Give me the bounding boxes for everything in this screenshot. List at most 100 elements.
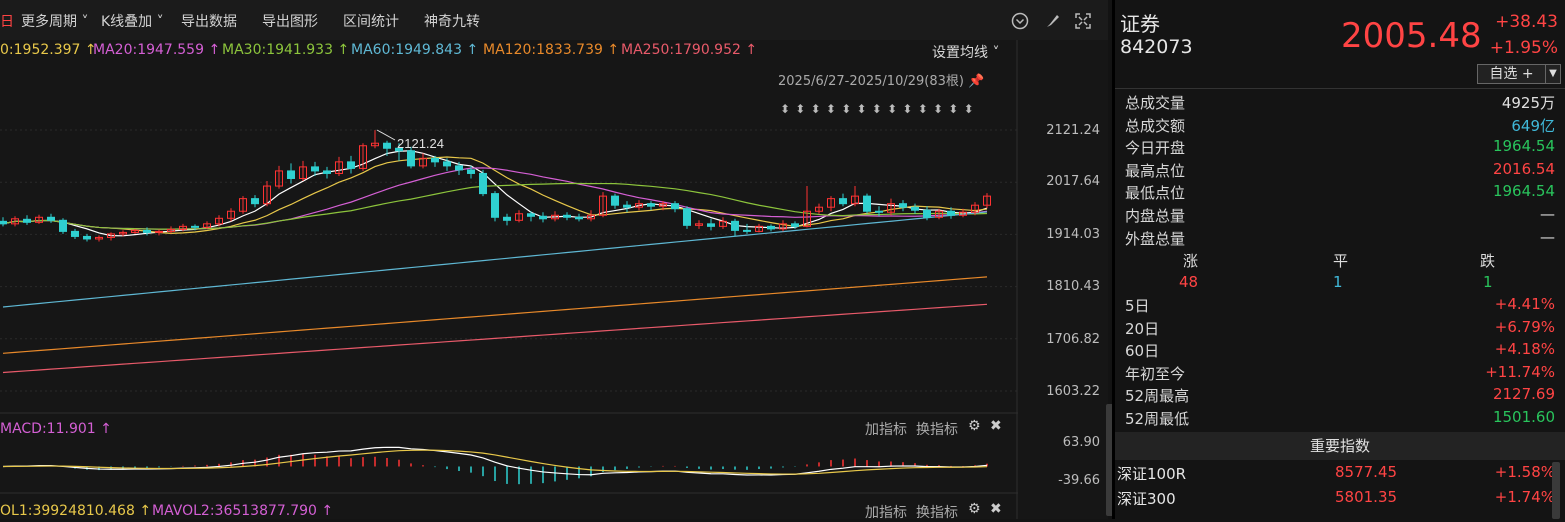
candle-body — [143, 229, 151, 233]
candle-body — [491, 193, 499, 218]
range-marker-icon: ⬍ — [795, 102, 805, 116]
indices-scrollbar[interactable] — [1552, 462, 1560, 519]
range-stats-button[interactable]: 区间统计 — [343, 11, 399, 31]
range-marker-icon: ⬍ — [933, 102, 943, 116]
stat-row: 内盘总量 — — [1125, 205, 1555, 227]
index-row[interactable]: 深证100R 8577.45 +1.58% — [1115, 463, 1555, 487]
stat-row: 今日开盘 1964.54 — [1125, 137, 1555, 159]
fullscreen-icon[interactable] — [1073, 12, 1093, 30]
stat-value: 1964.54 — [1492, 182, 1555, 201]
macd-switch-indicator-button[interactable]: 换指标 — [916, 419, 958, 439]
range-marker-icon: ⬍ — [948, 102, 958, 116]
macd-axis-tick: -39.66 — [1058, 473, 1100, 488]
period-value: 1501.60 — [1492, 407, 1555, 426]
period-row: 60日 +4.18% — [1125, 340, 1555, 362]
index-change: +1.58% — [1494, 463, 1555, 481]
candle-body — [311, 166, 319, 172]
stat-label: 内盘总量 — [1125, 207, 1186, 225]
candle-body — [455, 165, 463, 171]
add-watchlist-button[interactable]: 自选 + — [1477, 64, 1546, 84]
price-change-pct: +1.95% — [1489, 38, 1558, 58]
magic-nine-button[interactable]: 神奇九转 — [424, 11, 480, 31]
candle-body — [839, 198, 847, 205]
period-label[interactable]: 日 — [0, 11, 14, 31]
axis-tick: 1603.22 — [1046, 384, 1100, 399]
candle-body — [479, 172, 487, 195]
candle-body — [563, 214, 571, 218]
vol-close-icon[interactable]: ✖ — [990, 501, 1002, 517]
stat-value: — — [1540, 227, 1555, 246]
period-label: 年初至今 — [1125, 364, 1186, 383]
price-change: +38.43 — [1495, 12, 1558, 32]
stat-label: 最低点位 — [1125, 184, 1186, 203]
period-label: 20日 — [1125, 319, 1160, 338]
candle-body — [683, 208, 691, 226]
peak-label: 2121.24 — [397, 136, 444, 151]
watchlist-dropdown-icon[interactable]: ▼ — [1545, 64, 1561, 84]
index-price: 8577.45 — [1335, 463, 1398, 481]
candle-body — [671, 203, 679, 210]
period-label: 60日 — [1125, 342, 1160, 360]
candle-body — [527, 213, 535, 217]
stat-value: — — [1540, 205, 1555, 223]
macd-close-icon[interactable]: ✖ — [990, 418, 1002, 434]
vol-label-2: MAVOL2:36513877.790 ↑ — [152, 503, 334, 519]
peak-pointer — [376, 129, 396, 141]
period-row: 52周最高 2127.69 — [1125, 385, 1555, 407]
important-indices-header: 重要指数 — [1115, 432, 1565, 460]
index-price: 5801.35 — [1335, 488, 1398, 506]
vol-switch-indicator-button[interactable]: 换指标 — [916, 502, 958, 522]
period-value: +11.74% — [1485, 362, 1555, 381]
more-periods-menu[interactable]: 更多周期 ˅ — [21, 11, 88, 31]
stat-label: 总成交额 — [1125, 116, 1186, 135]
index-change: +1.74% — [1494, 488, 1555, 506]
candle-body — [383, 142, 391, 149]
export-chart-button[interactable]: 导出图形 — [262, 11, 318, 31]
kline-overlay-menu[interactable]: K线叠加 ˅ — [101, 11, 164, 31]
range-marker-icon: ⬍ — [826, 102, 836, 116]
range-marker-icon: ⬍ — [872, 102, 882, 116]
vol-settings-icon[interactable]: ⚙ — [968, 501, 981, 517]
macd-settings-icon[interactable]: ⚙ — [968, 418, 981, 434]
chart-toolbar: 日 更多周期 ˅ K线叠加 ˅ 导出数据 导出图形 区间统计 神奇九转 — [0, 0, 1108, 40]
vol-add-indicator-button[interactable]: 加指标 — [865, 502, 907, 522]
breadth-up-label: 涨 — [1183, 252, 1199, 270]
stat-label: 最高点位 — [1125, 161, 1186, 180]
candle-body — [23, 218, 31, 223]
period-label: 5日 — [1125, 297, 1150, 315]
collapse-icon[interactable] — [1010, 12, 1030, 30]
stat-label: 外盘总量 — [1125, 229, 1186, 248]
period-row: 5日 +4.41% — [1125, 295, 1555, 317]
macd-label: MACD:11.901 ↑ — [0, 421, 112, 437]
breadth-down-count: 1 — [1483, 273, 1493, 291]
price-axis: 2121.24 2017.64 1914.03 1810.43 1706.82 … — [1018, 40, 1108, 519]
macd-add-indicator-button[interactable]: 加指标 — [865, 419, 907, 439]
candle-body — [83, 235, 91, 240]
candle-body — [287, 170, 295, 179]
candle-body — [707, 223, 715, 227]
period-value: 2127.69 — [1492, 385, 1555, 403]
candle-body — [623, 204, 631, 208]
draw-brush-icon[interactable] — [1042, 12, 1062, 30]
stat-value: 649亿 — [1511, 116, 1555, 135]
candle-body — [503, 216, 511, 221]
export-data-button[interactable]: 导出数据 — [181, 11, 237, 31]
candle-body — [743, 229, 751, 232]
candle-body — [467, 169, 475, 174]
range-marker-icon: ⬍ — [902, 102, 912, 116]
period-label: 52周最高 — [1125, 387, 1190, 405]
axis-tick: 2121.24 — [1046, 123, 1100, 138]
kline-chart[interactable]: 2121.24 ⬍ ⬍ ⬍ ⬍ ⬍ ⬍ ⬍ ⬍ ⬍ ⬍ ⬍ ⬍ ⬍ — [0, 40, 1018, 519]
period-row: 年初至今 +11.74% — [1125, 363, 1555, 385]
stat-row: 最低点位 1964.54 — [1125, 182, 1555, 204]
candle-body — [431, 157, 439, 163]
stat-row: 外盘总量 — — [1125, 228, 1555, 250]
candle-body — [731, 220, 739, 231]
index-row[interactable]: 深证300 5801.35 +1.74% — [1115, 488, 1555, 512]
security-name: 证券 — [1120, 12, 1160, 36]
period-value: +4.41% — [1494, 295, 1555, 313]
period-value: +6.79% — [1494, 317, 1555, 336]
app-window: 日 更多周期 ˅ K线叠加 ˅ 导出数据 导出图形 区间统计 神奇九转 0:19… — [0, 0, 1565, 522]
breadth-flat-label: 平 — [1333, 252, 1349, 270]
candle-body — [611, 195, 619, 206]
